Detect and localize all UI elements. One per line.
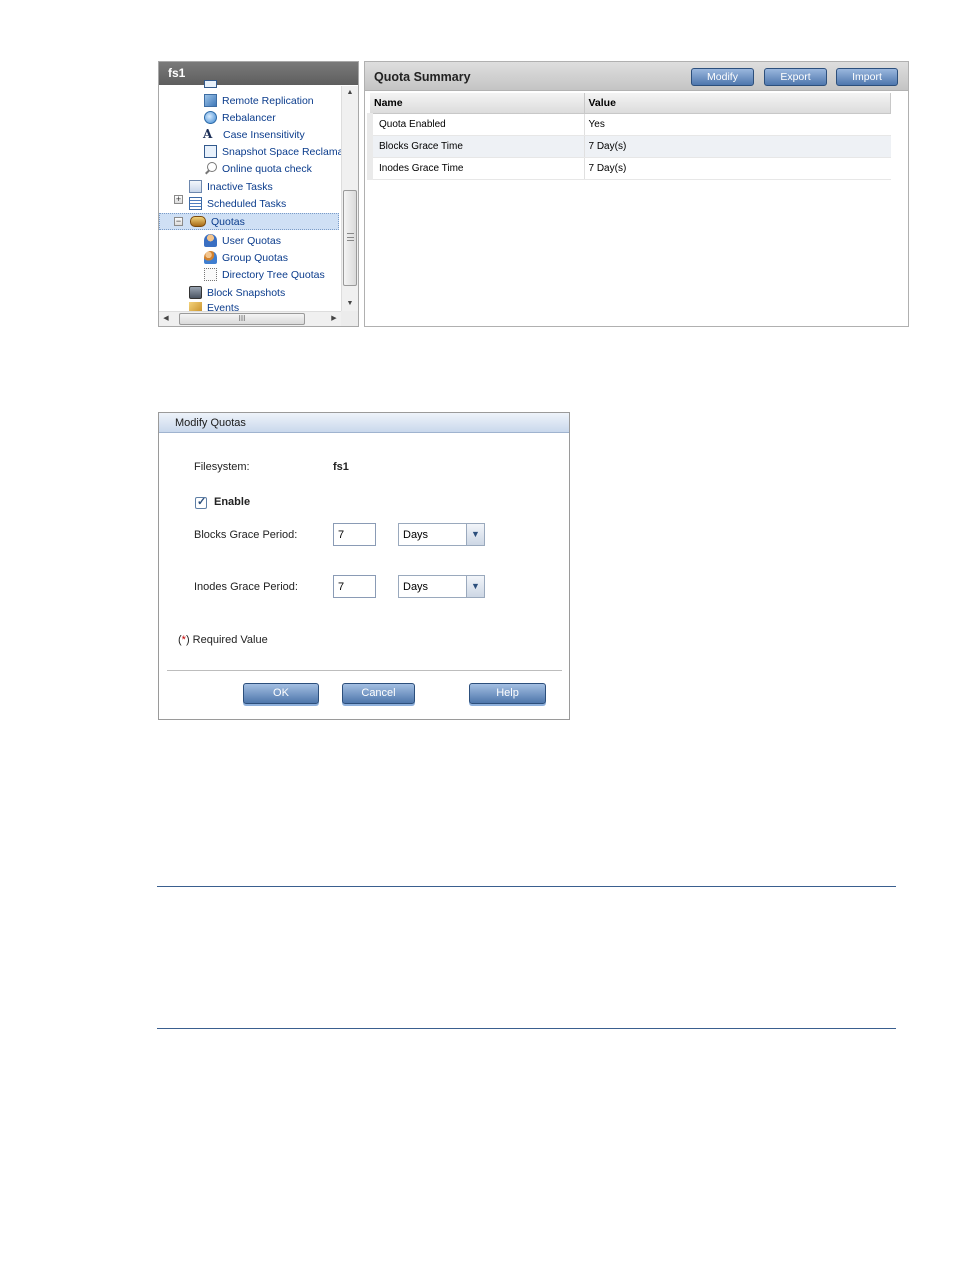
tree-item-remote-replication[interactable]: Remote Replication xyxy=(204,92,314,109)
chevron-down-icon[interactable]: ▼ xyxy=(466,576,484,597)
column-header-name[interactable]: Name xyxy=(370,93,585,114)
scroll-up-arrow-icon[interactable]: ▲ xyxy=(342,86,358,100)
import-button[interactable]: Import xyxy=(836,68,898,86)
table-row[interactable]: Blocks Grace Time 7 Day(s) xyxy=(367,135,891,158)
directory-tree-icon xyxy=(204,268,217,281)
partial-item-icon xyxy=(204,80,217,88)
inodes-grace-unit-select[interactable]: Days ▼ xyxy=(398,575,485,598)
tree-item-label: Events xyxy=(207,302,240,311)
expand-scheduled-tasks-button[interactable]: + xyxy=(174,195,183,204)
required-value-note: (*) Required Value xyxy=(178,634,268,646)
block-snapshots-icon xyxy=(189,286,202,299)
grip-icon xyxy=(347,233,354,241)
tree-item-label: Inactive Tasks xyxy=(207,180,273,193)
scheduled-tasks-icon xyxy=(189,197,202,210)
rebalancer-icon xyxy=(204,111,217,124)
inodes-grace-label: Inodes Grace Period: xyxy=(194,581,298,593)
blocks-grace-unit-select[interactable]: Days ▼ xyxy=(398,523,485,546)
select-value: Days xyxy=(403,581,429,593)
row-name-cell: Quota Enabled xyxy=(367,113,585,136)
tree-item-label: Block Snapshots xyxy=(207,286,286,299)
dialog-title: Modify Quotas xyxy=(159,413,569,433)
tree-header: fs1 xyxy=(159,62,358,85)
quotas-icon xyxy=(190,216,206,227)
tree-item-partial-icon xyxy=(204,80,222,88)
tree-item-directory-tree-quotas[interactable]: Directory Tree Quotas xyxy=(204,266,325,283)
remote-replication-icon xyxy=(204,94,217,107)
events-icon xyxy=(189,302,202,311)
tree-item-label: Online quota check xyxy=(222,162,312,175)
quota-summary-panel: Quota Summary Modify Export Import Name … xyxy=(364,61,909,327)
modify-button[interactable]: Modify xyxy=(691,68,754,86)
case-insensitivity-icon: A xyxy=(203,127,213,141)
filesystem-label: Filesystem: xyxy=(194,461,250,473)
row-value-cell: 7 Day(s) xyxy=(584,157,891,180)
tree-item-events[interactable]: Events xyxy=(189,302,239,311)
magnifier-icon xyxy=(204,162,217,175)
modify-quotas-dialog: Modify Quotas Filesystem: fs1 Enable Blo… xyxy=(158,412,570,720)
scrollbar-corner xyxy=(341,311,358,326)
quota-summary-table: Name Value Quota Enabled Yes Blocks Grac… xyxy=(367,93,891,180)
tree-item-label: Scheduled Tasks xyxy=(207,197,287,210)
tree-item-block-snapshots[interactable]: Block Snapshots xyxy=(189,284,285,301)
note-top-rule xyxy=(157,886,896,887)
vertical-scroll-thumb[interactable] xyxy=(343,190,357,286)
tree-item-label: Remote Replication xyxy=(222,94,314,107)
required-label: Required Value xyxy=(189,634,268,646)
table-header-row: Name Value xyxy=(370,93,891,114)
column-header-value[interactable]: Value xyxy=(584,93,891,114)
blocks-grace-label: Blocks Grace Period: xyxy=(194,529,298,541)
group-icon xyxy=(204,251,217,264)
tree-item-label: Quotas xyxy=(211,215,245,228)
tree-item-rebalancer[interactable]: Rebalancer xyxy=(204,109,276,126)
tree-item-scheduled-tasks[interactable]: Scheduled Tasks xyxy=(189,195,286,212)
tree-vertical-scrollbar[interactable]: ▲ ▼ xyxy=(341,86,358,311)
collapse-quotas-button[interactable]: − xyxy=(174,217,183,226)
tree-item-label: Case Insensitivity xyxy=(223,128,305,141)
summary-title: Quota Summary xyxy=(374,70,471,84)
chevron-down-icon[interactable]: ▼ xyxy=(466,524,484,545)
scroll-left-arrow-icon[interactable]: ◀ xyxy=(159,312,173,326)
tree-item-label: User Quotas xyxy=(222,234,281,247)
note-bottom-rule xyxy=(157,1028,896,1029)
scroll-down-arrow-icon[interactable]: ▼ xyxy=(342,297,358,311)
snapshot-space-icon xyxy=(204,145,217,158)
user-icon xyxy=(204,234,217,247)
tree-item-quotas[interactable]: − Quotas xyxy=(159,213,339,230)
row-name-cell: Blocks Grace Time xyxy=(367,135,585,158)
table-row[interactable]: Inodes Grace Time 7 Day(s) xyxy=(367,157,891,180)
tree-item-online-quota-check[interactable]: Online quota check xyxy=(204,160,312,177)
inactive-tasks-icon xyxy=(189,180,202,193)
inodes-grace-input[interactable]: 7 xyxy=(333,575,376,598)
tree-item-inactive-tasks[interactable]: Inactive Tasks xyxy=(189,178,273,195)
summary-header: Quota Summary Modify Export Import xyxy=(365,62,908,91)
enable-checkbox[interactable] xyxy=(195,495,207,509)
tree-item-label: Rebalancer xyxy=(222,111,276,124)
export-button[interactable]: Export xyxy=(764,68,827,86)
row-name-cell: Inodes Grace Time xyxy=(367,157,585,180)
table-row[interactable]: Quota Enabled Yes xyxy=(367,113,891,136)
tree-item-label: Directory Tree Quotas xyxy=(222,268,325,281)
tree-item-group-quotas[interactable]: Group Quotas xyxy=(204,249,288,266)
tree-item-user-quotas[interactable]: User Quotas xyxy=(204,232,281,249)
help-button[interactable]: Help xyxy=(469,683,546,704)
scroll-right-arrow-icon[interactable]: ▶ xyxy=(327,312,341,326)
row-value-cell: 7 Day(s) xyxy=(584,135,891,158)
blocks-grace-input[interactable]: 7 xyxy=(333,523,376,546)
select-value: Days xyxy=(403,529,429,541)
cancel-button[interactable]: Cancel xyxy=(342,683,415,704)
enable-label: Enable xyxy=(214,496,251,508)
filesystem-value: fs1 xyxy=(333,461,349,473)
tree-item-label: Snapshot Space Reclama xyxy=(222,145,344,158)
tree-item-case-insensitivity[interactable]: A Case Insensitivity xyxy=(203,126,305,143)
dialog-divider xyxy=(167,670,562,671)
ok-button[interactable]: OK xyxy=(243,683,319,704)
horizontal-scroll-thumb[interactable]: III xyxy=(179,313,305,325)
tree-item-snapshot-space[interactable]: Snapshot Space Reclama xyxy=(204,143,343,160)
tree-horizontal-scrollbar[interactable]: ◀ III ▶ xyxy=(159,311,341,326)
row-value-cell: Yes xyxy=(584,113,891,136)
tree-item-label: Group Quotas xyxy=(222,251,288,264)
